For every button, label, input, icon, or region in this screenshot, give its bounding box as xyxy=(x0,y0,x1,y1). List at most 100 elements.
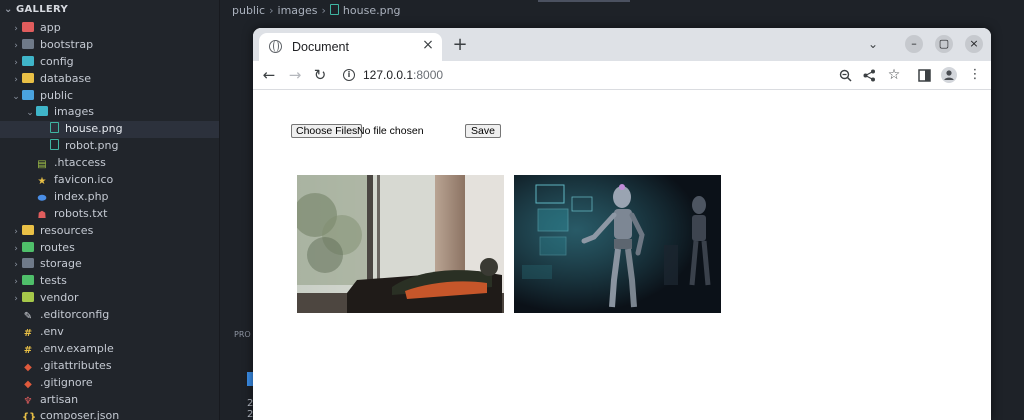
folder-icon xyxy=(22,241,34,252)
profile-avatar-icon[interactable] xyxy=(941,67,957,83)
chevron-down-icon: ⌄ xyxy=(26,108,34,119)
tree-folder[interactable]: ⌄ public xyxy=(0,88,219,105)
tree-item-label: app xyxy=(40,21,61,34)
robot-image xyxy=(514,175,721,313)
git-icon: ◆ xyxy=(24,378,32,390)
git-icon: ◆ xyxy=(24,361,32,373)
tree-item-label: index.php xyxy=(54,189,109,203)
tree-file[interactable]: ◆ .gitattributes xyxy=(0,358,219,375)
file-tree: › app › bootstrap › config › database ⌄ public ⌄ im… xyxy=(0,20,219,420)
laravel-icon: ♆ xyxy=(23,395,33,407)
tree-file[interactable]: ▤ .htaccess xyxy=(0,155,219,172)
json-icon: {} xyxy=(22,412,37,420)
folder-icon xyxy=(22,258,34,269)
tree-file[interactable]: {} composer.json xyxy=(0,408,219,420)
folder-icon xyxy=(22,89,34,100)
tree-folder[interactable]: › storage xyxy=(0,256,219,273)
tree-file[interactable]: ☗ robots.txt xyxy=(0,206,219,223)
tree-item-label: favicon.ico xyxy=(54,173,114,187)
chevron-right-icon: › xyxy=(14,260,18,271)
chevron-down-icon: ⌄ xyxy=(12,91,20,102)
tree-item-label: .editorconfig xyxy=(40,308,110,322)
tree-folder[interactable]: › database xyxy=(0,71,219,88)
tree-item-label: bootstrap xyxy=(40,37,94,51)
tab-strip: Document × + ⌄ – ▢ × xyxy=(253,28,991,61)
tree-file[interactable]: ⬬ index.php xyxy=(0,189,219,206)
htaccess-icon: ▤ xyxy=(37,159,47,171)
folder-icon xyxy=(22,22,34,32)
back-arrow-icon[interactable]: ← xyxy=(259,65,279,85)
tree-item-label: resources xyxy=(40,223,94,237)
tree-folder[interactable]: › config xyxy=(0,54,219,71)
folder-icon xyxy=(22,55,34,66)
active-tab-indicator xyxy=(538,0,630,2)
browser-tab[interactable]: Document × xyxy=(259,33,442,61)
forward-arrow-icon[interactable]: → xyxy=(285,65,305,85)
tree-item-label: house.png xyxy=(65,122,123,136)
folder-icon xyxy=(22,275,34,286)
tree-item-label: public xyxy=(40,88,74,102)
explorer-title[interactable]: ⌄ GALLERY xyxy=(0,0,219,20)
minimize-button[interactable]: – xyxy=(905,35,923,53)
tree-folder[interactable]: › bootstrap xyxy=(0,37,219,54)
robot-icon: ☗ xyxy=(37,209,47,221)
tree-file[interactable]: # .env xyxy=(0,324,219,341)
web-page: Choose Files No file chosen Save xyxy=(253,90,991,420)
close-window-button[interactable]: × xyxy=(965,35,983,53)
tree-item-label: robot.png xyxy=(65,139,119,153)
address-bar[interactable]: 127.0.0.1:8000 xyxy=(363,68,443,82)
save-button[interactable]: Save xyxy=(465,124,501,138)
chevron-right-icon: › xyxy=(321,4,326,17)
panel-tab-label[interactable]: PRO xyxy=(234,330,251,339)
tree-file[interactable]: ◆ .gitignore xyxy=(0,375,219,392)
bookmark-star-icon[interactable]: ☆ xyxy=(884,65,904,85)
folder-icon xyxy=(22,38,34,49)
tree-item-label: vendor xyxy=(40,291,79,305)
zoom-icon[interactable] xyxy=(839,69,852,82)
more-menu-icon[interactable]: ⋮ xyxy=(965,65,985,85)
chevron-down-icon[interactable]: ⌄ xyxy=(865,37,881,53)
close-icon[interactable]: × xyxy=(420,38,436,54)
editorconfig-icon: ✎ xyxy=(23,311,33,323)
chevron-right-icon: › xyxy=(14,74,18,85)
tree-file[interactable]: ★ favicon.ico xyxy=(0,172,219,189)
tree-folder[interactable]: › app xyxy=(0,20,219,37)
url-host: 127.0.0.1 xyxy=(363,68,414,82)
tree-file[interactable]: ♆ artisan xyxy=(0,392,219,409)
tree-file[interactable]: house.png xyxy=(0,121,219,139)
choose-files-button[interactable]: Choose Files xyxy=(291,124,363,138)
tab-title: Document xyxy=(292,40,349,54)
tree-file[interactable]: robot.png xyxy=(0,138,219,155)
maximize-button[interactable]: ▢ xyxy=(935,35,953,53)
tree-folder[interactable]: ⌄ images xyxy=(0,104,219,121)
breadcrumb-item[interactable]: house.png xyxy=(343,4,401,17)
folder-icon xyxy=(22,72,34,83)
folder-icon xyxy=(36,106,48,117)
tree-folder[interactable]: › tests xyxy=(0,273,219,290)
share-icon[interactable] xyxy=(863,69,876,82)
info-icon[interactable]: i xyxy=(343,69,355,81)
reload-icon[interactable]: ↻ xyxy=(310,65,330,85)
file-status-text: No file chosen xyxy=(357,125,424,137)
image-file-icon xyxy=(329,4,339,15)
side-panel-icon[interactable] xyxy=(918,69,931,82)
tree-item-label: tests xyxy=(40,274,67,288)
tree-item-label: storage xyxy=(40,257,82,271)
tree-item-label: .gitattributes xyxy=(40,358,112,372)
tree-file[interactable]: # .env.example xyxy=(0,341,219,358)
tree-folder[interactable]: › resources xyxy=(0,223,219,240)
tree-item-label: .env xyxy=(40,325,64,339)
folder-icon xyxy=(22,292,34,303)
chevron-down-icon: ⌄ xyxy=(4,4,13,15)
new-tab-button[interactable]: + xyxy=(451,35,469,55)
tree-file[interactable]: ✎ .editorconfig xyxy=(0,307,219,324)
breadcrumb-item[interactable]: public xyxy=(232,4,265,17)
tree-item-label: config xyxy=(40,54,74,68)
tree-folder[interactable]: › routes xyxy=(0,240,219,257)
tree-item-label: robots.txt xyxy=(54,206,108,220)
breadcrumb: public › images › house.png xyxy=(232,3,401,19)
tree-folder[interactable]: › vendor xyxy=(0,290,219,307)
image-file-icon xyxy=(50,122,59,134)
breadcrumb-item[interactable]: images xyxy=(278,4,318,17)
chevron-right-icon: › xyxy=(269,4,274,17)
